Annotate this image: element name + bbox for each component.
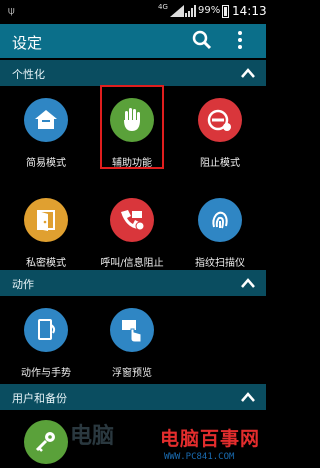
page-title: 设定 [12,34,43,52]
tile-label: 指纹扫描仪 [195,258,245,269]
easy-mode-icon [24,98,68,142]
usb-icon: ⍦ [8,4,15,17]
call-block-icon [110,198,154,242]
chevron-up-icon[interactable] [240,67,256,79]
section-header-user-backup[interactable]: 用户和备份 [0,384,266,410]
tile-label: 私密模式 [26,258,66,269]
section-header-motion[interactable]: 动作 [0,270,266,296]
clock: 14:13 [232,4,267,18]
network-indicator: 4G [158,3,168,11]
highlight-box [100,85,164,169]
search-icon[interactable] [192,30,212,50]
fingerprint-icon [198,198,242,242]
private-mode-icon [24,198,68,242]
more-vert-icon[interactable] [234,29,246,51]
tile-air-view[interactable]: 浮窗预览 [88,298,176,398]
tile-label: 呼叫/信息阻止 [100,258,164,269]
section-title: 用户和备份 [12,392,67,405]
tile-motions-gestures[interactable]: 动作与手势 [2,298,90,398]
block-mode-icon [198,98,242,142]
chevron-up-icon[interactable] [240,277,256,289]
tile-easy-mode[interactable]: 简易模式 [2,88,90,188]
tile-label: 浮窗预览 [112,368,152,379]
battery-icon [222,5,229,18]
action-bar: 设定 [0,24,266,58]
chevron-up-icon[interactable] [240,391,256,403]
section-title: 个性化 [12,68,45,81]
tile-label: 简易模式 [26,158,66,169]
cell-signal-icon [185,5,196,17]
wifi-signal-icon [170,5,184,17]
key-icon [24,420,68,464]
tile-blocking-mode[interactable]: 阻止模式 [176,88,264,188]
motion-icon [24,308,68,352]
tile-label: 动作与手势 [21,368,71,379]
watermark: 电脑百事网 WWW.PC841.COM [150,422,266,468]
section-title: 动作 [12,278,34,291]
watermark-shadow: 电脑 [70,424,115,449]
section-header-personalization[interactable]: 个性化 [0,60,266,86]
battery-percent: 99% [198,5,221,16]
air-view-icon [110,308,154,352]
tile-label: 阻止模式 [200,158,240,169]
watermark-url: WWW.PC841.COM [164,452,235,462]
watermark-text: 电脑百事网 [160,428,261,450]
status-bar: ⍦ 4G 99% 14:13 [0,0,267,24]
